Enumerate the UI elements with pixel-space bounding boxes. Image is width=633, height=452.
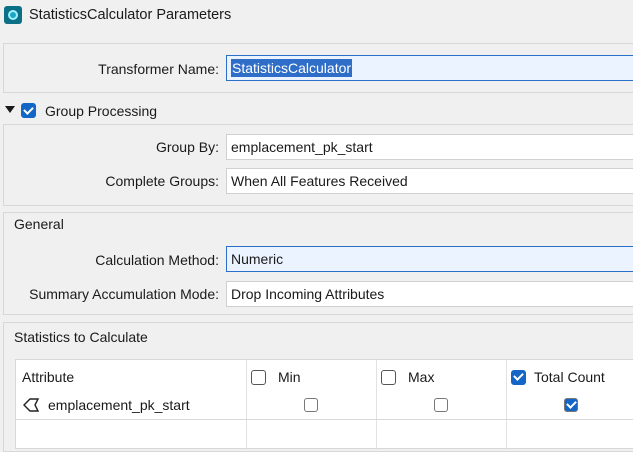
complete-groups-label: Complete Groups: [105, 173, 219, 189]
max-all-checkbox[interactable] [381, 369, 396, 385]
group-by-field[interactable]: emplacement_pk_start [226, 134, 633, 160]
column-header-total-count-label: Total Count [534, 369, 605, 385]
transformer-name-value: StatisticsCalculator [231, 59, 353, 77]
complete-groups-value: When All Features Received [231, 173, 408, 189]
window-title: StatisticsCalculator Parameters [29, 7, 232, 23]
group-by-label: Group By: [155, 139, 219, 155]
fme-transformer-icon [4, 6, 22, 24]
collapse-triangle-icon[interactable] [5, 106, 15, 113]
transformer-name-label: Transformer Name: [98, 61, 219, 77]
group-by-value: emplacement_pk_start [231, 139, 373, 155]
column-divider [376, 360, 377, 450]
total-count-all-checkbox[interactable] [511, 369, 526, 385]
column-header-max-label: Max [408, 369, 435, 385]
row-total-count-checkbox[interactable] [564, 398, 578, 412]
row-divider [16, 419, 633, 420]
attribute-icon [23, 398, 40, 412]
summary-mode-select[interactable]: Drop Incoming Attributes [226, 281, 633, 307]
column-divider [246, 360, 247, 450]
statistics-table: Attribute Min Max Total Count emplacemen… [15, 359, 633, 450]
column-header-attribute-label: Attribute [22, 369, 75, 385]
transformer-name-input[interactable]: StatisticsCalculator [226, 55, 633, 81]
group-processing-checkbox[interactable] [21, 103, 36, 118]
general-title: General [14, 216, 64, 232]
column-header-total-count[interactable]: Total Count [511, 367, 605, 387]
calculation-method-value: Numeric [231, 251, 284, 267]
statistics-title: Statistics to Calculate [14, 329, 148, 345]
title-bar: StatisticsCalculator Parameters [0, 0, 633, 30]
min-all-checkbox[interactable] [251, 369, 266, 385]
column-header-max[interactable]: Max [381, 367, 434, 387]
calculation-method-label: Calculation Method: [95, 252, 219, 268]
summary-mode-value: Drop Incoming Attributes [231, 286, 385, 302]
group-processing-title: Group Processing [45, 103, 158, 119]
table-row[interactable]: emplacement_pk_start [22, 395, 190, 415]
complete-groups-select[interactable]: When All Features Received [226, 168, 633, 194]
row-max-checkbox[interactable] [434, 398, 448, 412]
row-min-checkbox[interactable] [304, 398, 318, 412]
column-header-attribute[interactable]: Attribute [22, 367, 74, 387]
summary-mode-label: Summary Accumulation Mode: [29, 286, 219, 302]
calculation-method-select[interactable]: Numeric [226, 246, 633, 272]
row-attribute-name: emplacement_pk_start [48, 397, 190, 413]
column-divider [506, 360, 507, 450]
column-header-min[interactable]: Min [251, 367, 301, 387]
column-header-min-label: Min [278, 369, 301, 385]
